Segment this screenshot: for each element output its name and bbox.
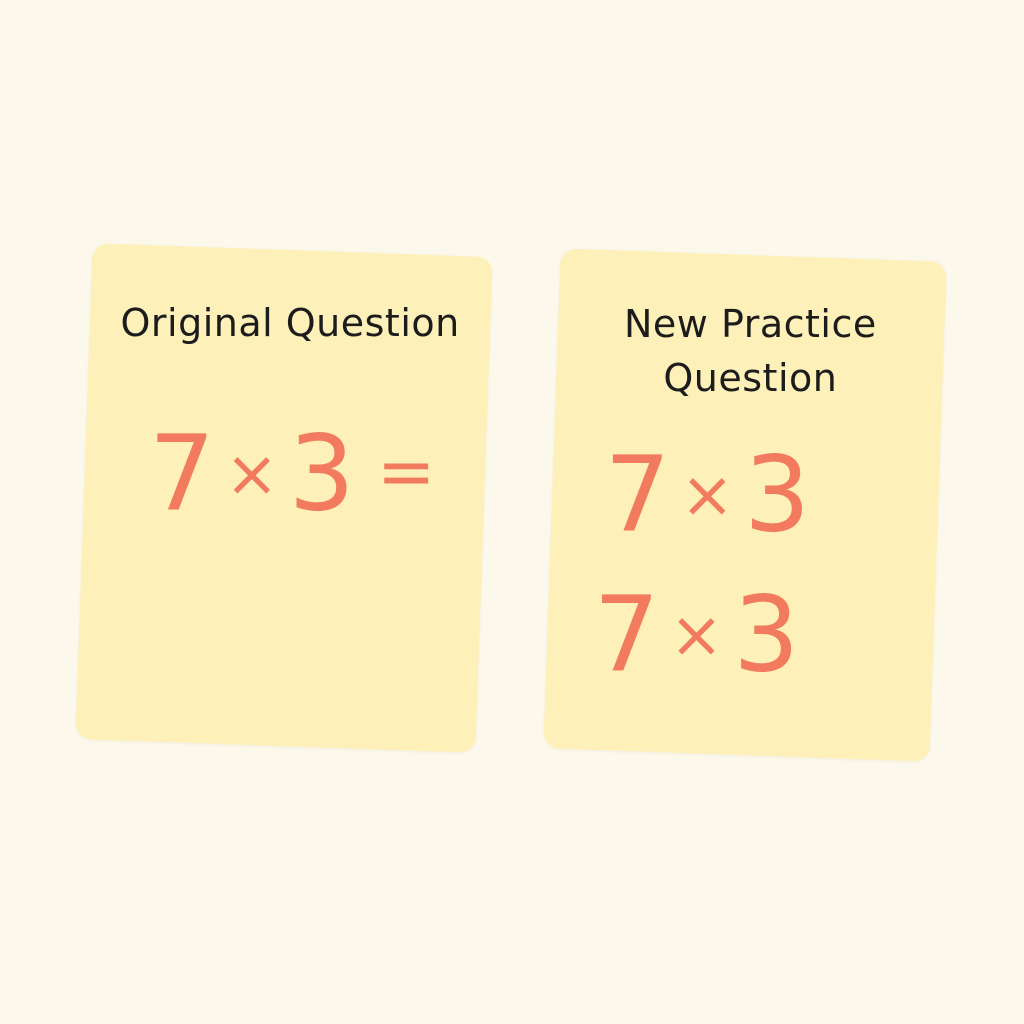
original-question-title: Original Question [120, 301, 460, 346]
multiply-symbol: × [669, 598, 724, 673]
operand-left: 7 [148, 412, 216, 535]
operand-left: 7 [593, 573, 660, 696]
operand-right: 3 [288, 412, 355, 535]
multiply-symbol: × [680, 458, 735, 533]
operand-right: 3 [733, 573, 800, 696]
multiply-symbol: × [225, 437, 279, 512]
operand-right: 3 [744, 433, 811, 556]
operand-left: 7 [604, 433, 671, 556]
equals-symbol: = [376, 430, 436, 513]
practice-expression-2: 7 ×3 [593, 573, 799, 695]
original-question-card: Original Question 7 ×3 = [75, 243, 493, 753]
original-question-expression: 7 ×3 = [149, 412, 436, 534]
practice-expression-1: 7 ×3 [604, 434, 810, 556]
title-line-2: Question [663, 356, 838, 401]
new-practice-question-title: New Practice Question [557, 297, 943, 405]
new-practice-question-card: New Practice Question 7 ×3 7 ×3 [543, 248, 947, 762]
title-line-1: New Practice [623, 302, 877, 347]
